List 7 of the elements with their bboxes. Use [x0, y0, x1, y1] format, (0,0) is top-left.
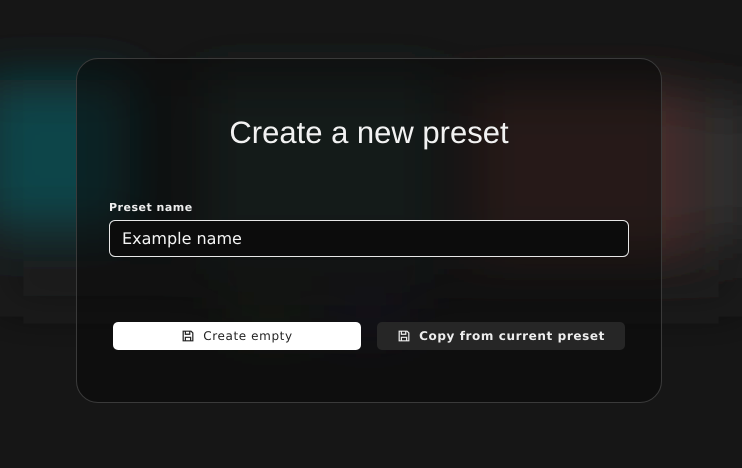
dialog-title: Create a new preset: [228, 115, 510, 151]
save-icon: [397, 329, 412, 343]
input-field[interactable]: Example name: [109, 220, 629, 257]
copy-button[interactable]: Copy from current preset: [377, 322, 625, 350]
save-icon: [181, 329, 196, 343]
field-label: Preset name: [109, 201, 194, 214]
create-button[interactable]: Create empty: [113, 322, 361, 350]
